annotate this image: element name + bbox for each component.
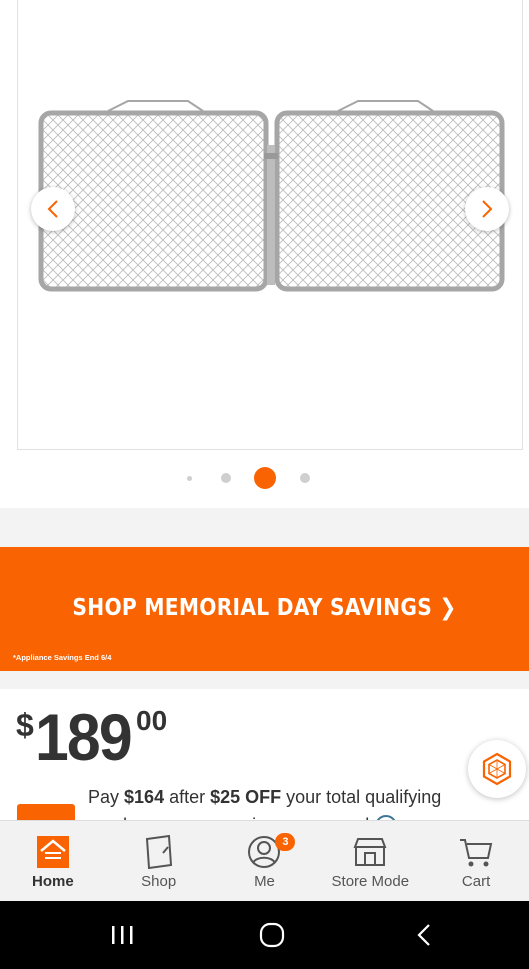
nav-me[interactable]: 3 Me [212,821,318,901]
hexagon-icon [482,752,512,786]
nav-me-label: Me [254,873,275,890]
offer-pay-prefix: Pay [88,787,125,807]
memorial-day-promo-banner[interactable]: SHOP MEMORIAL DAY SAVINGS ❯ *Appliance S… [0,547,529,671]
price-section: $ 189 00 Pay $164 after $25 OFF your tot… [0,689,529,824]
nav-shop-label: Shop [141,873,177,890]
back-button[interactable] [394,919,454,951]
previous-image-button[interactable] [31,187,75,231]
pagination-dot-1[interactable] [187,476,192,481]
nav-cart-label: Cart [461,873,491,890]
promo-note: *Appliance Savings End 6/4 [13,653,112,662]
pagination-dot-2[interactable] [221,473,231,483]
price-currency: $ [16,707,34,743]
system-navigation-bar [0,901,529,969]
nav-shop[interactable]: Shop [106,821,212,901]
carousel-pagination [0,467,529,489]
nav-store-mode-label: Store Mode [331,873,410,890]
back-chevron-icon [417,924,430,946]
home-button[interactable] [242,919,302,951]
recent-apps-button[interactable] [92,919,152,951]
nav-home[interactable]: Home [0,821,106,901]
home-depot-logo-icon [36,836,69,868]
pagination-dot-3-active[interactable] [254,467,276,489]
floating-hexagon-button[interactable] [468,740,526,798]
chevron-left-icon [47,200,58,218]
section-divider [0,508,529,547]
nav-home-label: Home [32,873,74,890]
cart-icon [460,839,493,867]
shop-icon [145,835,172,869]
product-image-frame[interactable] [17,0,523,450]
promo-title: SHOP MEMORIAL DAY SAVINGS ❯ [72,595,457,621]
recent-apps-icon [112,926,133,944]
pagination-dot-4[interactable] [300,473,310,483]
section-divider [0,671,529,689]
offer-discount: $25 OFF [210,787,282,807]
nav-cart[interactable]: Cart [423,821,529,901]
store-icon [353,838,387,866]
product-image-carousel[interactable] [0,0,529,508]
notification-badge: 3 [275,833,296,851]
bottom-navigation: Home Shop 3 Me Store Mode Cart [0,820,529,901]
offer-after-text: after [164,787,211,807]
price-dollars: 189 [35,700,133,774]
price-cents: 00 [136,705,168,736]
chevron-right-icon [482,200,493,218]
product-image [38,100,505,292]
credit-offer-text: Pay $164 after $25 OFF your total qualif… [88,783,518,824]
home-circle-icon [259,922,285,948]
offer-pay-amount: $164 [124,787,165,807]
nav-store-mode[interactable]: Store Mode [317,821,423,901]
next-image-button[interactable] [465,187,509,231]
